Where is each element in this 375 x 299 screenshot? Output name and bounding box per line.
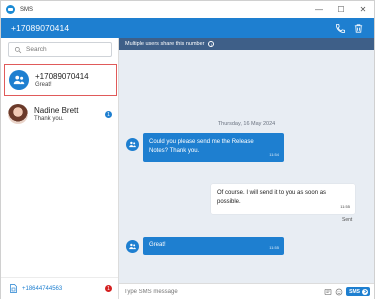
message-text: Of course. I will send it to you as soon…: [217, 189, 326, 206]
trash-icon[interactable]: [353, 23, 364, 34]
message-input[interactable]: [124, 288, 304, 295]
search-box[interactable]: [8, 42, 112, 57]
message-bubble-incoming[interactable]: Great! 11:55: [143, 237, 284, 255]
app-title: SMS: [20, 6, 34, 13]
title-bar: SMS — ☐ ✕: [1, 1, 374, 18]
message-bubble-outgoing[interactable]: Of course. I will send it to you as soon…: [211, 184, 355, 214]
footer-badge: 1: [105, 285, 112, 292]
contact-text: Nadine Brett Thank you.: [34, 106, 78, 122]
message-time: 11:54: [269, 151, 279, 157]
date-separator: Thursday, 16 May 2024: [217, 121, 276, 127]
sidebar-footer[interactable]: +18644744563 1: [1, 277, 118, 299]
minimize-button[interactable]: —: [308, 1, 330, 18]
message-line: Notes? Thank you.: [149, 147, 200, 154]
message-time: 11:55: [269, 244, 279, 250]
info-text: Multiple users share this number: [125, 41, 205, 47]
group-avatar: [9, 70, 29, 90]
contact-preview: Thank you.: [34, 116, 64, 122]
contact-item[interactable]: Nadine Brett Thank you. 1: [4, 98, 117, 130]
users-icon: [129, 243, 136, 250]
message-line: Could you please send me the Release: [149, 139, 254, 145]
send-sms-button[interactable]: SMS: [346, 287, 370, 296]
sms-window: SMS — ☐ ✕ +17089070414 +170890: [0, 0, 375, 299]
message-line: Of course. I will send it to you as soon…: [217, 190, 327, 196]
phone-icon[interactable]: [335, 23, 346, 34]
maximize-button[interactable]: ☐: [330, 1, 352, 18]
message-text: Great!: [149, 241, 166, 250]
compose-tools: SMS: [324, 287, 370, 296]
search-input[interactable]: [26, 46, 106, 53]
contact-text: +17089070414 Great!: [35, 72, 89, 88]
info-bar: Multiple users share this number i: [119, 38, 374, 50]
contact-item-selected[interactable]: +17089070414 Great!: [4, 64, 117, 96]
compose-bar: SMS: [119, 283, 374, 299]
message-text: Could you please send me the Release Not…: [149, 138, 254, 155]
message-time: 11:55: [340, 203, 350, 209]
sim-card-icon: [10, 284, 17, 293]
search-icon: [14, 46, 22, 53]
users-icon: [129, 141, 136, 148]
conversation-header: +17089070414: [1, 18, 374, 38]
header-title: +17089070414: [11, 23, 70, 33]
send-label: SMS: [349, 288, 360, 295]
message-line: Great!: [149, 242, 166, 248]
emoji-icon[interactable]: [335, 288, 343, 296]
message-status: Sent: [342, 217, 353, 223]
contacts-sidebar: +17089070414 Great! Nadine Brett Thank y…: [1, 38, 119, 299]
contact-preview: Great!: [35, 82, 52, 88]
close-button[interactable]: ✕: [352, 1, 374, 18]
info-icon[interactable]: i: [208, 41, 215, 47]
contact-name: Nadine Brett: [34, 106, 79, 115]
send-arrow-icon: [362, 288, 368, 295]
users-icon: [13, 75, 25, 85]
template-icon[interactable]: [324, 288, 332, 296]
conversation-pane: Multiple users share this number i Thurs…: [119, 38, 374, 299]
footer-number: +18644744563: [22, 285, 63, 292]
message-line: possible.: [217, 198, 241, 205]
user-avatar: [8, 104, 28, 124]
window-controls: — ☐ ✕: [308, 1, 374, 18]
unread-badge: 1: [105, 111, 112, 118]
message-avatar: [126, 240, 139, 253]
contact-name: +17089070414: [35, 72, 89, 81]
sms-app-icon: [6, 5, 15, 14]
message-bubble-incoming[interactable]: Could you please send me the Release Not…: [143, 133, 284, 162]
header-actions: [335, 23, 364, 34]
message-avatar: [126, 138, 139, 151]
